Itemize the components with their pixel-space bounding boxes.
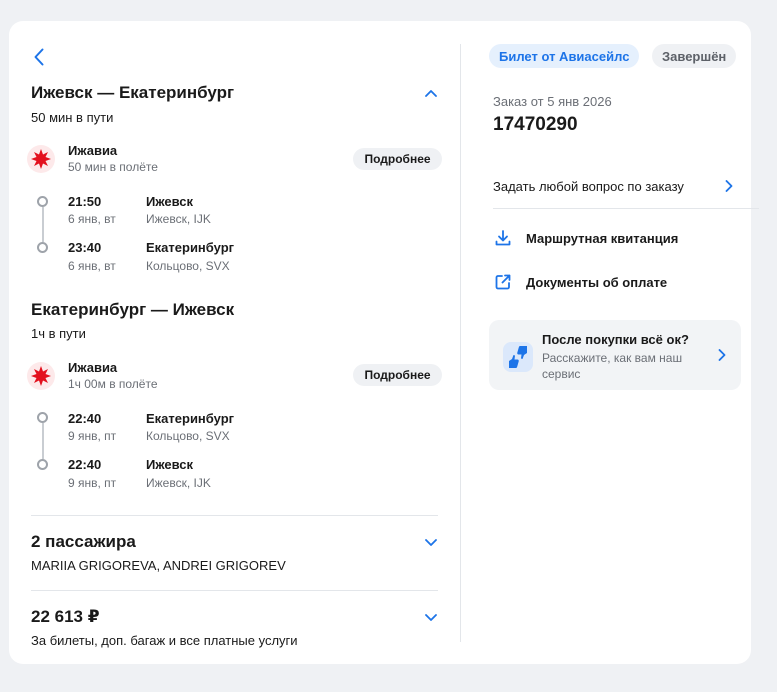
feedback-title: После покупки всё ок?: [542, 332, 689, 347]
segment-1-arrival-city: Екатеринбург: [146, 240, 235, 255]
chevron-left-icon: [34, 48, 44, 66]
segment-1-departure-date: 6 янв, вт: [68, 212, 116, 226]
timeline-dot: [37, 196, 48, 207]
passengers-title: 2 пассажира: [31, 532, 136, 551]
price-expand-button[interactable]: [422, 609, 440, 627]
segment-2-airline-name: Ижавиа: [68, 360, 118, 375]
download-icon: [493, 228, 513, 248]
segment-1-arrival-airport: Кольцово, SVX: [146, 259, 230, 273]
segment-2-arrival-date: 9 янв, пт: [68, 476, 117, 490]
passengers-expand-button[interactable]: [422, 534, 440, 552]
segment-1-departure-airport: Ижевск, IJK: [146, 212, 211, 226]
order-card: Ижевск — Екатеринбург 50 мин в пути Ижав…: [9, 21, 759, 664]
timeline-dot: [37, 412, 48, 423]
ask-question-link[interactable]: Задать любой вопрос по заказу: [493, 175, 733, 197]
segment-2-departure-airport: Кольцово, SVX: [146, 429, 230, 443]
order-date-label: Заказ от 5 янв 2026: [493, 94, 612, 109]
segment-2-departure-time: 22:40: [68, 411, 102, 426]
flight-details-panel: Ижевск — Екатеринбург 50 мин в пути Ижав…: [9, 21, 459, 664]
segment-1-collapse-button[interactable]: [422, 84, 440, 102]
timeline-line: [42, 423, 44, 459]
segment-1-flight-time: 50 мин в полёте: [68, 160, 158, 174]
chevron-down-icon: [425, 614, 437, 621]
payment-documents-button[interactable]: Документы об оплате: [493, 271, 667, 293]
timeline-line: [42, 207, 44, 242]
thumbs-up-down-icon: [503, 342, 533, 372]
section-divider: [31, 515, 438, 516]
segment-1-departure-time: 21:50: [68, 194, 102, 209]
payment-documents-label: Документы об оплате: [526, 274, 668, 290]
segment-1-travel-time: 50 мин в пути: [31, 110, 114, 125]
timeline-dot: [37, 242, 48, 253]
segment-2-arrival-time: 22:40: [68, 457, 102, 472]
segment-2-flight-time: 1ч 00м в полёте: [68, 377, 158, 391]
section-divider: [31, 590, 438, 591]
feedback-banner[interactable]: После покупки всё ок? Расскажите, как ва…: [489, 320, 741, 390]
segment-1-airline-name: Ижавиа: [68, 143, 118, 158]
ticket-source-badge: Билет от Авиасейлс: [489, 44, 640, 68]
order-number: 17470290: [493, 114, 578, 135]
order-summary-panel: Билет от Авиасейлс Завершён Заказ от 5 я…: [461, 21, 759, 664]
segment-2-arrival-city: Ижевск: [146, 457, 194, 472]
segment-2-title: Екатеринбург — Ижевск: [31, 300, 235, 319]
price-description: За билеты, доп. багаж и все платные услу…: [31, 633, 298, 648]
segment-2-departure-city: Екатеринбург: [146, 411, 235, 426]
segment-2-travel-time: 1ч в пути: [31, 326, 86, 341]
segment-1-title: Ижевск — Екатеринбург: [31, 83, 235, 102]
airline-logo: [27, 362, 55, 390]
segment-1-arrival-time: 23:40: [68, 240, 102, 255]
izhavia-star-icon: [31, 366, 51, 386]
feedback-text: Расскажите, как вам наш сервис: [542, 351, 683, 381]
back-button[interactable]: [30, 47, 48, 67]
external-link-icon: [493, 272, 513, 292]
timeline-dot: [37, 459, 48, 470]
segment-1-arrival-date: 6 янв, вт: [68, 259, 116, 273]
passengers-names: MARIIA GRIGOREVA, ANDREI GRIGOREV: [31, 558, 286, 573]
price-total: 22 613 ₽: [31, 607, 100, 626]
chevron-right-icon: [725, 180, 733, 192]
segment-1-details-button[interactable]: Подробнее: [353, 148, 442, 170]
segment-2-departure-date: 9 янв, пт: [68, 429, 117, 443]
segment-1-departure-city: Ижевск: [146, 194, 194, 209]
chevron-up-icon: [425, 90, 437, 97]
airline-logo: [27, 145, 55, 173]
segment-2-details-button[interactable]: Подробнее: [353, 364, 442, 386]
section-divider: [493, 208, 759, 209]
order-status-badge: Завершён: [652, 44, 737, 68]
izhavia-star-icon: [31, 149, 51, 169]
chevron-down-icon: [425, 539, 437, 546]
itinerary-receipt-button[interactable]: Маршрутная квитанция: [493, 227, 678, 249]
segment-2-arrival-airport: Ижевск, IJK: [146, 476, 211, 490]
chevron-right-icon: [715, 348, 729, 362]
ask-question-label: Задать любой вопрос по заказу: [493, 178, 684, 194]
itinerary-receipt-label: Маршрутная квитанция: [526, 230, 679, 246]
